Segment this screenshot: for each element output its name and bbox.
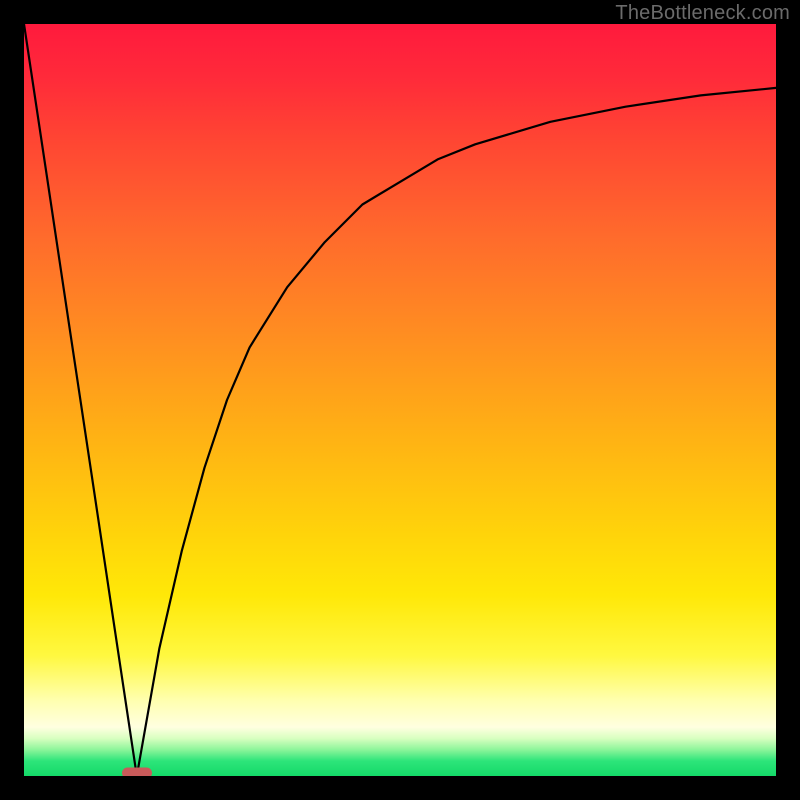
watermark-text: TheBottleneck.com <box>615 2 790 25</box>
curve-svg <box>24 24 776 776</box>
chart-frame: TheBottleneck.com <box>0 0 800 800</box>
optimal-point-marker <box>122 768 152 777</box>
plot-area <box>24 24 776 776</box>
bottleneck-curve <box>24 24 776 776</box>
